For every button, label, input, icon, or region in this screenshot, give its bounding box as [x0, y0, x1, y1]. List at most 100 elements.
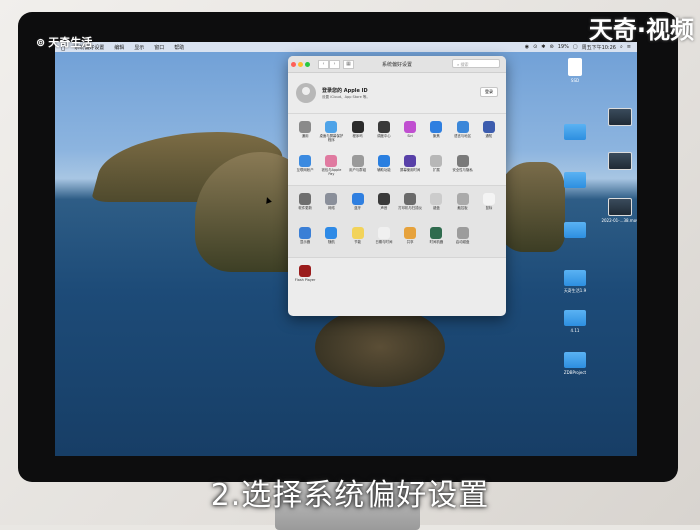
pref-pane-label: 显示器 — [300, 240, 311, 244]
pref-pane[interactable]: 扩展 — [423, 152, 449, 182]
pref-pane[interactable]: 互联网帐户 — [292, 152, 318, 182]
status-icon[interactable]: ⊙ — [533, 44, 537, 51]
pref-pane-label: 扩展 — [432, 168, 440, 172]
pref-pane[interactable]: 节能 — [345, 224, 371, 254]
pref-pane-icon — [456, 227, 469, 239]
desktop-item[interactable] — [600, 152, 637, 172]
pref-pane[interactable]: 安全性与隐私 — [450, 152, 476, 182]
menu-bar:  系统偏好设置 编辑 显示 窗口 帮助 ◉ ⊙ ✱ ⊜ 19% ▢ 周五下午1… — [55, 42, 637, 52]
pref-pane[interactable]: 通用 — [292, 118, 318, 148]
zoom-button[interactable] — [305, 61, 310, 67]
desktop-item[interactable]: ZDBProject — [555, 352, 595, 375]
desktop-item[interactable] — [600, 108, 637, 128]
thumbnail-icon — [608, 152, 632, 170]
pref-pane-icon — [482, 193, 495, 205]
pref-pane[interactable]: Flash Player — [292, 262, 318, 292]
pref-pane[interactable]: 用户与群组 — [345, 152, 371, 182]
forward-button[interactable]: › — [329, 59, 340, 69]
menu-item-view[interactable]: 显示 — [129, 44, 149, 51]
pref-pane[interactable]: 随航 — [318, 224, 344, 254]
folder-icon — [564, 270, 586, 286]
menu-item-edit[interactable]: 编辑 — [109, 44, 129, 51]
pref-pane[interactable]: 蓝牙 — [345, 190, 371, 220]
pref-pane-icon — [351, 227, 364, 239]
pref-pane-icon — [299, 265, 312, 277]
wifi-icon[interactable]: ⊜ — [550, 44, 554, 51]
pref-pane[interactable]: 显示器 — [292, 224, 318, 254]
desktop-item[interactable] — [555, 124, 595, 142]
pref-pane-icon — [430, 193, 443, 205]
prefs-section-hardware: 软件更新 网络 蓝牙 声音 打印机与扫描仪 键盘 触控板 鼠标 显示器 随航 节能 日期与时间 共享 时… — [288, 186, 506, 258]
folder-icon — [564, 310, 586, 326]
pref-pane[interactable]: 调度中心 — [371, 118, 397, 148]
bluetooth-icon[interactable]: ✱ — [541, 44, 545, 51]
pref-pane-icon — [325, 121, 338, 133]
pref-pane[interactable]: Siri — [397, 118, 423, 148]
desktop-item[interactable] — [555, 222, 595, 240]
pref-pane-label: 共享 — [406, 240, 414, 244]
pref-pane[interactable]: 时间机器 — [423, 224, 449, 254]
search-field[interactable]: ⌕ 搜索 — [452, 59, 500, 68]
pref-pane[interactable]: 聚焦 — [423, 118, 449, 148]
pref-pane-label: 日期与时间 — [375, 240, 393, 244]
pref-pane[interactable]: 日期与时间 — [371, 224, 397, 254]
pref-pane[interactable]: 打印机与扫描仪 — [397, 190, 423, 220]
pref-pane[interactable]: 钱包与Apple Pay — [318, 152, 344, 182]
watermark-text-left: 天奇生活 — [48, 36, 93, 49]
pref-pane[interactable]: 语言与地区 — [450, 118, 476, 148]
pref-pane[interactable]: 程序坞 — [345, 118, 371, 148]
pref-pane-icon — [456, 193, 469, 205]
minimize-button[interactable] — [298, 61, 303, 67]
desktop-item[interactable] — [555, 172, 595, 190]
pref-pane[interactable]: 触控板 — [450, 190, 476, 220]
pref-pane[interactable]: 通知 — [476, 118, 502, 148]
pref-pane-label: 触控板 — [457, 206, 468, 210]
folder-icon — [564, 172, 586, 188]
pref-pane-label: 蓝牙 — [354, 206, 362, 210]
back-button[interactable]: ‹ — [318, 59, 329, 69]
pref-pane-icon — [351, 155, 364, 167]
avatar — [296, 83, 316, 103]
battery-icon[interactable]: ▢ — [573, 44, 578, 51]
pref-pane-label: 节能 — [354, 240, 362, 244]
pref-pane[interactable]: 启动磁盘 — [450, 224, 476, 254]
pref-pane[interactable]: 键盘 — [423, 190, 449, 220]
pref-pane-label: 用户与群组 — [349, 168, 367, 172]
battery-percent: 19% — [557, 43, 569, 50]
pref-pane[interactable]: 共享 — [397, 224, 423, 254]
pref-pane-label: 语言与地区 — [454, 134, 472, 138]
pref-pane[interactable]: 辅助功能 — [371, 152, 397, 182]
pref-pane-icon — [351, 193, 364, 205]
pref-pane-icon — [404, 155, 417, 167]
menu-item-window[interactable]: 窗口 — [149, 44, 169, 51]
menu-item-help[interactable]: 帮助 — [169, 44, 189, 51]
pref-pane-label: 辅助功能 — [377, 168, 391, 172]
pref-pane-label: Flash Player — [294, 278, 316, 282]
desktop-item[interactable]: 4.11 — [555, 310, 595, 333]
status-icon[interactable]: ◉ — [525, 44, 529, 51]
show-all-button[interactable]: ▦ — [343, 59, 354, 69]
pref-pane-label: Siri — [407, 134, 413, 138]
pref-pane-icon — [299, 121, 312, 133]
desktop-item[interactable]: 2022-01-...38.mov — [600, 198, 637, 223]
folder-icon — [564, 124, 586, 140]
sign-in-button[interactable]: 登录 — [480, 87, 498, 97]
pref-pane-icon — [351, 121, 364, 133]
pref-pane[interactable]: 网络 — [318, 190, 344, 220]
pref-pane[interactable]: 屏幕使用时间 — [397, 152, 423, 182]
desktop-item[interactable]: SSD — [555, 58, 595, 83]
pref-pane-label: 鼠标 — [485, 206, 493, 210]
pref-pane-icon — [377, 155, 390, 167]
pref-pane[interactable]: 软件更新 — [292, 190, 318, 220]
folder-icon — [564, 222, 586, 238]
wallpaper-rock — [315, 307, 445, 387]
pref-pane[interactable]: 声音 — [371, 190, 397, 220]
pref-pane[interactable]: 鼠标 — [476, 190, 502, 220]
close-button[interactable] — [291, 61, 296, 67]
pref-pane-label: 随航 — [327, 240, 335, 244]
search-icon: ⊚ — [36, 35, 46, 49]
file-icon — [568, 58, 582, 76]
desktop-item[interactable]: 天奇生活1.9 — [555, 270, 595, 294]
pref-pane-label: 软件更新 — [298, 206, 312, 210]
pref-pane[interactable]: 桌面与屏幕保护程序 — [318, 118, 344, 148]
